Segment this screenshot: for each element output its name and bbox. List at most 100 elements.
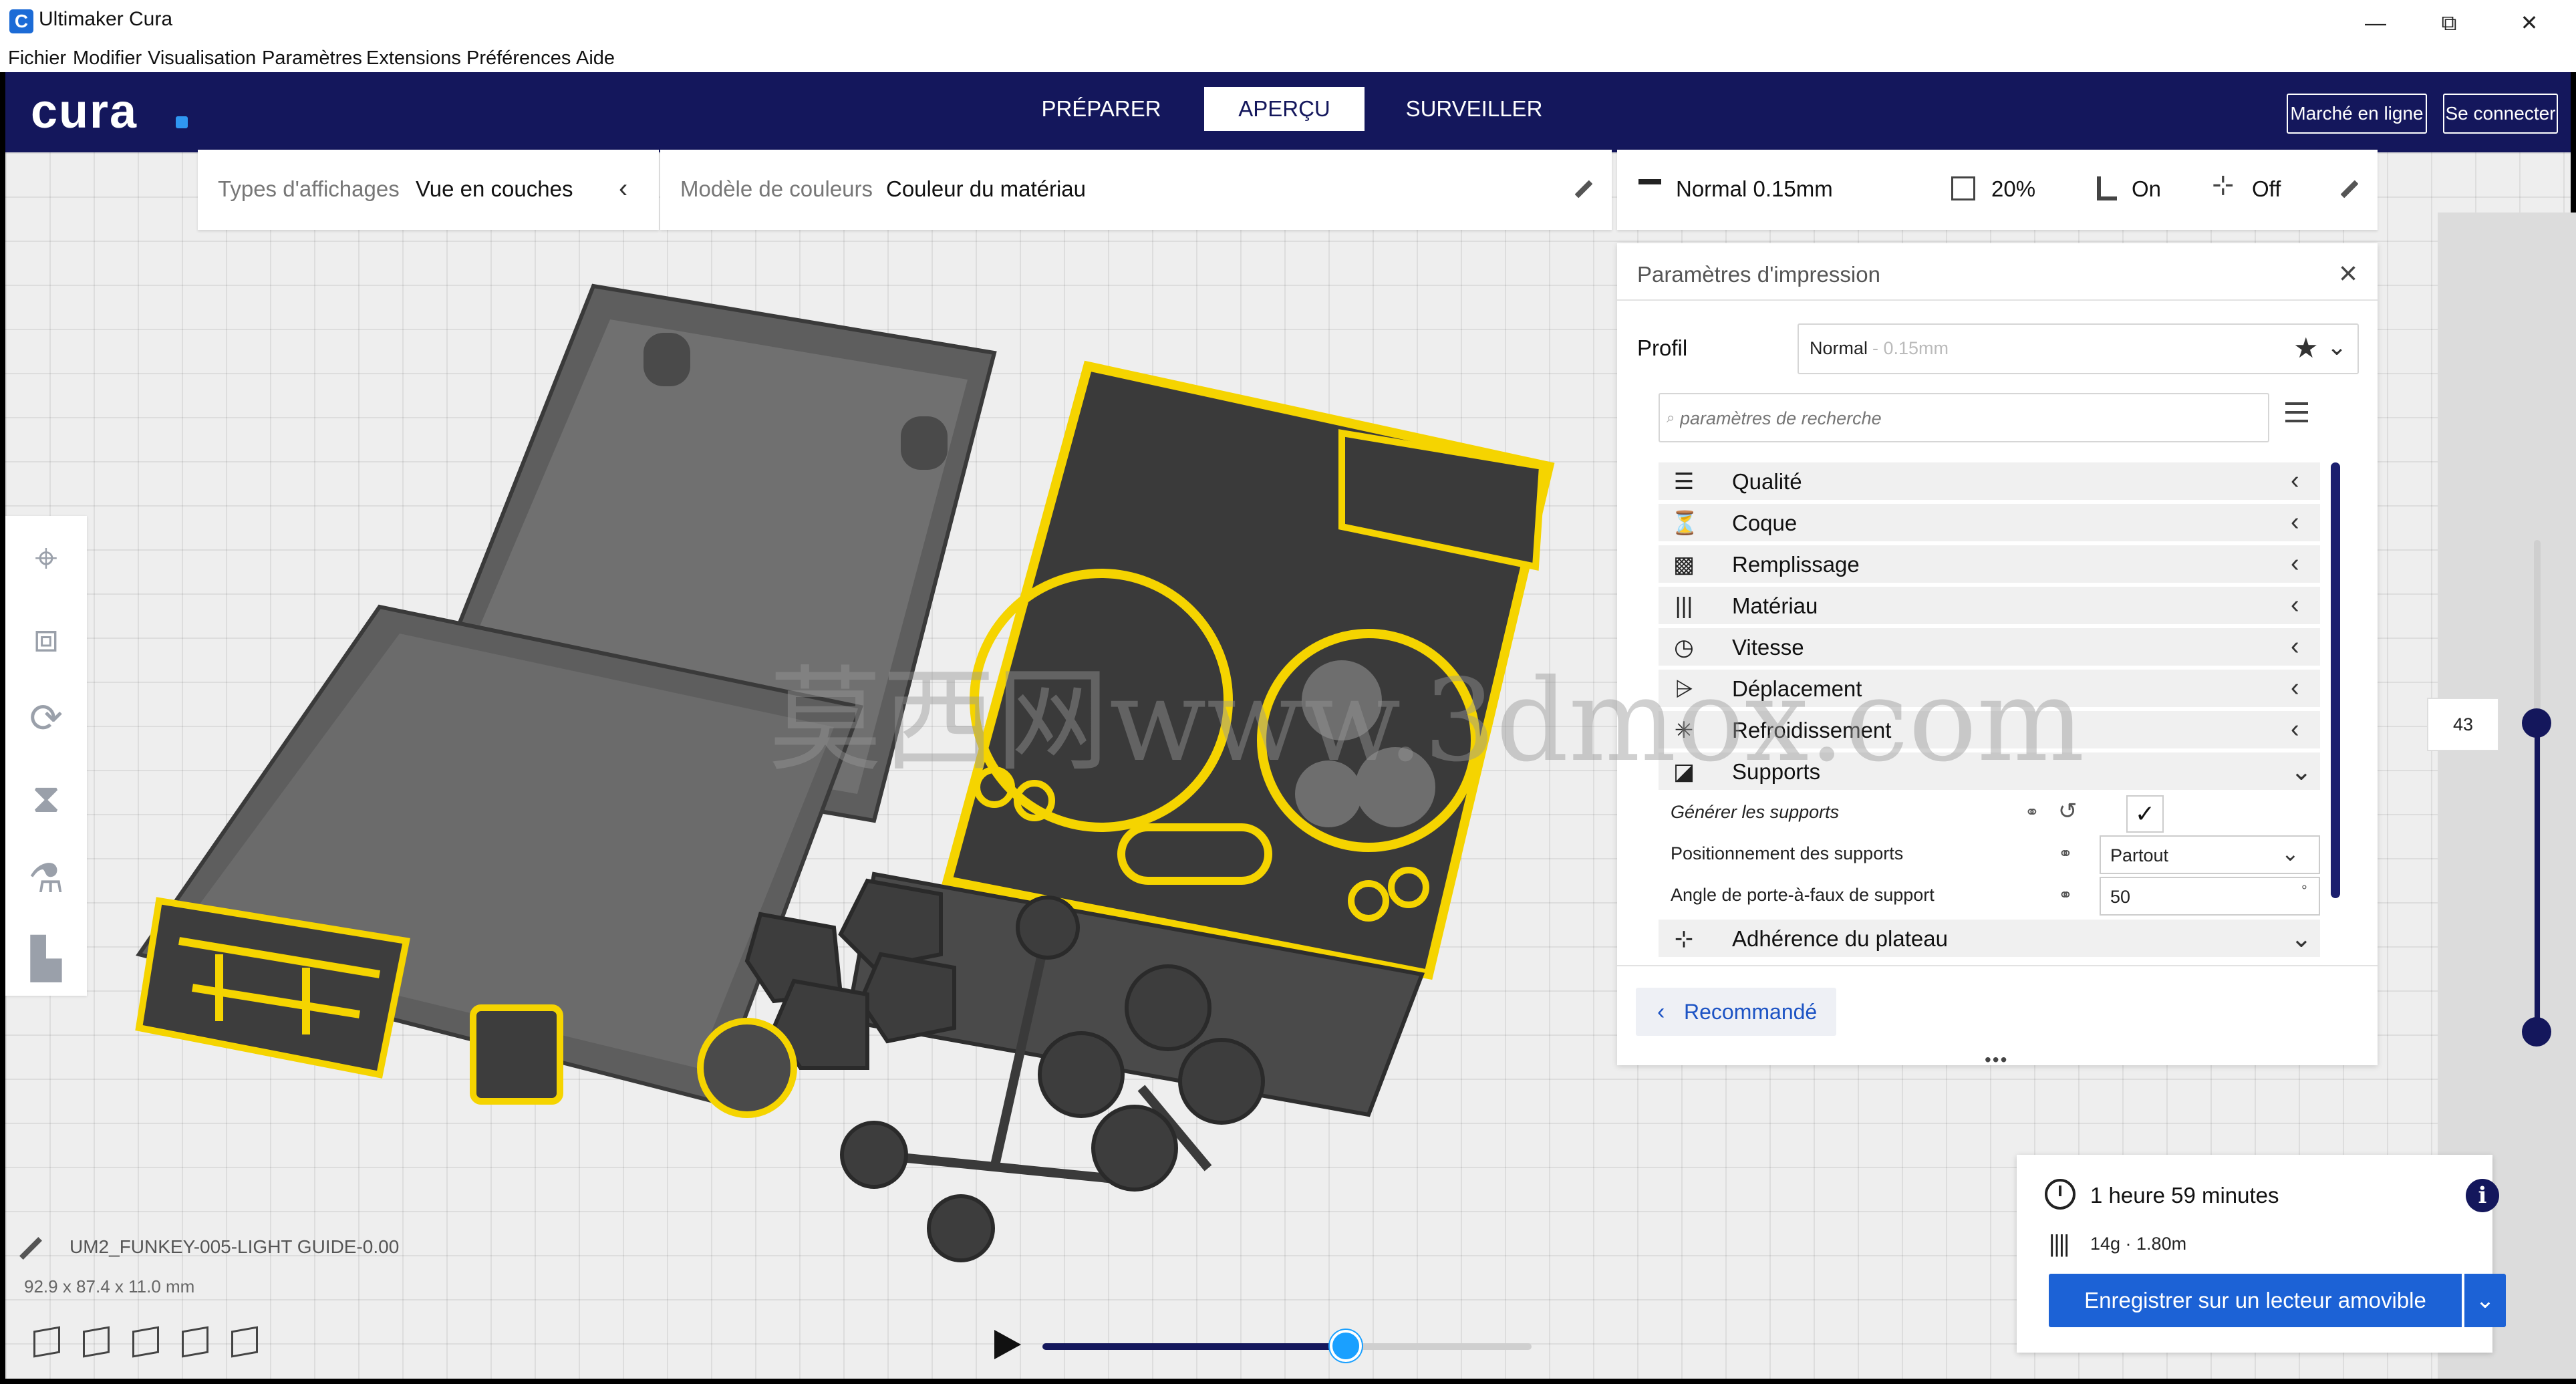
category-adhesion[interactable]: ⊹ Adhérence du plateau ⌄ <box>1659 920 2320 957</box>
category-quality[interactable]: ☰ Qualité ‹ <box>1659 462 2320 500</box>
shell-icon: ⏳ <box>1671 511 1699 536</box>
chevron-left-icon[interactable]: ‹ <box>2291 466 2299 495</box>
infill-icon <box>1951 176 1975 200</box>
category-infill[interactable]: ▩ Remplissage ‹ <box>1659 545 2320 583</box>
cura-logo: cura <box>31 85 138 138</box>
color-scheme-value[interactable]: Couleur du matériau <box>886 176 1086 202</box>
minimize-button[interactable]: — <box>2345 4 2406 41</box>
window-title: Ultimaker Cura <box>39 8 173 30</box>
menu-edit[interactable]: Modifier <box>73 45 142 71</box>
recommended-mode-button[interactable]: ‹ Recommandé <box>1636 988 1836 1036</box>
star-icon[interactable]: ★ <box>2293 331 2319 364</box>
layer-slider-upper-handle[interactable] <box>2522 708 2551 738</box>
generate-support-checkbox[interactable]: ✓ <box>2126 795 2164 833</box>
chevron-left-icon[interactable]: ‹ <box>2291 549 2299 578</box>
save-to-removable-drive-button[interactable]: Enregistrer sur un lecteur amovible <box>2049 1274 2462 1327</box>
menu-help[interactable]: Aide <box>576 45 615 71</box>
tab-prepare[interactable]: PRÉPARER <box>1028 87 1175 131</box>
print-setup-bar[interactable]: Normal 0.15mm 20% On ⊹ Off <box>1617 150 2378 230</box>
category-label: Adhérence du plateau <box>1732 926 1948 951</box>
category-material[interactable]: ||| Matériau ‹ <box>1659 587 2320 624</box>
infill-summary: 20% <box>1991 176 2036 201</box>
chevron-down-icon[interactable]: ⌄ <box>2327 333 2347 361</box>
current-layer-input[interactable]: 43 <box>2427 698 2499 751</box>
model-boss-1 <box>643 333 690 386</box>
view-right-icon[interactable] <box>231 1326 258 1358</box>
dropdown-value: Partout <box>2110 845 2169 865</box>
menu-file[interactable]: Fichier <box>8 45 66 71</box>
chevron-down-icon[interactable]: ⌄ <box>2291 924 2312 954</box>
model-button-1 <box>1016 895 1080 960</box>
close-window-button[interactable]: ✕ <box>2499 4 2559 41</box>
pencil-icon[interactable] <box>2340 180 2359 198</box>
quality-icon: ☰ <box>1673 469 1695 495</box>
view-type-value[interactable]: Vue en couches <box>416 176 573 202</box>
support-angle-input[interactable]: 50 ° <box>2100 877 2320 916</box>
profile-dropdown[interactable]: Normal - 0.15mm ★ ⌄ <box>1798 323 2359 374</box>
category-shell[interactable]: ⏳ Coque ‹ <box>1659 504 2320 541</box>
setting-label: Angle de porte-à-faux de support <box>1671 885 1935 905</box>
chevron-down-icon[interactable]: ⌄ <box>2464 1274 2506 1327</box>
view-front-icon[interactable] <box>83 1326 110 1358</box>
info-icon[interactable]: i <box>2466 1179 2499 1212</box>
sign-in-button[interactable]: Se connecter <box>2443 94 2558 134</box>
model-button-4 <box>1125 964 1211 1051</box>
pencil-icon[interactable] <box>1574 180 1593 198</box>
support-blocker-icon[interactable]: ▙ <box>17 930 75 988</box>
simulation-slider-handle[interactable] <box>1329 1330 1362 1362</box>
support-placement-dropdown[interactable]: Partout ⌄ <box>2100 835 2320 874</box>
menu-settings[interactable]: Paramètres <box>262 45 362 71</box>
setting-support-placement: Positionnement des supports ⚭ Partout ⌄ <box>1659 833 2320 874</box>
view-left-icon[interactable] <box>182 1326 208 1358</box>
tab-preview[interactable]: APERÇU <box>1204 87 1365 131</box>
chevron-down-icon[interactable]: ⌄ <box>2291 756 2312 787</box>
menu-preferences[interactable]: Préférences <box>466 45 571 71</box>
model-dpad-right <box>858 952 956 1044</box>
mirror-tool-icon[interactable]: ⧗ <box>17 770 75 827</box>
divider <box>1617 965 2378 966</box>
layer-slider-lower-handle[interactable] <box>2522 1017 2551 1047</box>
unit-label: ° <box>2301 882 2307 899</box>
adhesion-summary: Off <box>2252 176 2281 201</box>
chevron-left-icon[interactable]: ‹ <box>2291 674 2299 702</box>
menu-line <box>2285 402 2308 405</box>
menu-line <box>2285 420 2308 422</box>
material-icon: ||| <box>1675 593 1693 619</box>
move-tool-icon[interactable]: ⌖ <box>17 529 75 587</box>
link-icon[interactable]: ⚭ <box>2058 845 2076 862</box>
settings-visibility-menu-icon[interactable] <box>2285 401 2309 425</box>
close-icon[interactable]: × <box>2339 255 2357 292</box>
menu-extensions[interactable]: Extensions <box>366 45 461 71</box>
print-info-panel: 1 heure 59 minutes i |||| 14g · 1.80m En… <box>2017 1155 2506 1353</box>
view-top-icon[interactable] <box>132 1326 159 1358</box>
tab-monitor[interactable]: SURVEILLER <box>1387 87 1561 131</box>
color-scheme-bar[interactable]: Modèle de couleurs Couleur du matériau <box>660 150 1612 230</box>
link-icon[interactable]: ⚭ <box>2025 803 2042 821</box>
rotate-tool-icon[interactable]: ⟳ <box>17 690 75 747</box>
settings-scrollbar[interactable] <box>2331 462 2340 898</box>
setting-label: Positionnement des supports <box>1671 843 1904 863</box>
settings-search[interactable]: ⌕ <box>1659 393 2269 442</box>
view-type-bar[interactable]: Types d'affichages Vue en couches ‹ <box>198 150 659 230</box>
object-dimensions: 92.9 x 87.4 x 11.0 mm <box>24 1276 195 1296</box>
chevron-left-icon[interactable]: ‹ <box>2291 632 2299 661</box>
chevron-left-icon[interactable]: ‹ <box>619 174 627 204</box>
reset-icon[interactable]: ↺ <box>2058 798 2078 825</box>
maximize-button[interactable]: ⧉ <box>2419 4 2479 41</box>
menu-view[interactable]: Visualisation <box>148 45 256 71</box>
chevron-left-icon[interactable]: ‹ <box>2291 591 2299 619</box>
chevron-left-icon[interactable]: ‹ <box>2291 508 2299 537</box>
play-icon[interactable] <box>994 1330 1021 1359</box>
scale-tool-icon[interactable]: ⧈ <box>17 609 75 667</box>
chevron-left-icon[interactable]: ‹ <box>2291 715 2299 744</box>
marketplace-button[interactable]: Marché en ligne <box>2287 94 2427 134</box>
panel-resize-handle[interactable]: ••• <box>1985 1049 2008 1071</box>
per-model-settings-icon[interactable]: ⚗ <box>17 850 75 908</box>
layer-slider-range <box>2535 723 2540 1032</box>
view-3d-icon[interactable] <box>33 1326 60 1358</box>
quality-icon <box>1638 179 1661 198</box>
menu-bar: Fichier Modifier Visualisation Paramètre… <box>0 45 2576 72</box>
support-icon <box>2097 176 2117 200</box>
search-input[interactable] <box>1679 405 2256 432</box>
link-icon[interactable]: ⚭ <box>2058 886 2076 904</box>
